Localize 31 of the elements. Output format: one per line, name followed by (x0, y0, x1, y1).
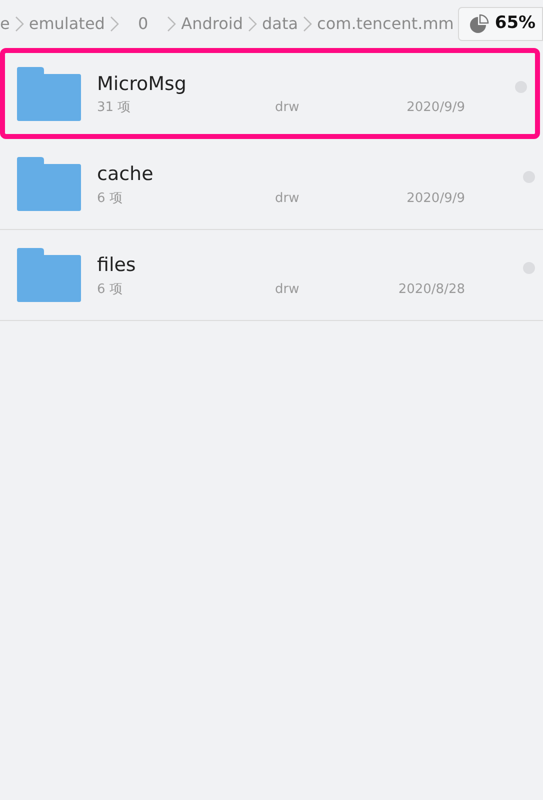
breadcrumb-item[interactable]: data (262, 12, 298, 36)
permissions: drw (275, 190, 300, 208)
chevron-icon (167, 15, 176, 33)
breadcrumb-item[interactable]: e (0, 12, 10, 36)
file-name: files (97, 253, 137, 278)
breadcrumb-item[interactable]: Android (181, 12, 243, 36)
item-count: 6 项 (97, 280, 124, 298)
item-count: 31 项 (97, 99, 132, 117)
chevron-icon (110, 15, 119, 33)
storage-badge[interactable]: 65% (458, 7, 543, 41)
breadcrumb-item[interactable]: 0 (138, 12, 148, 36)
breadcrumb-item[interactable]: emulated (28, 12, 105, 36)
permissions: drw (275, 99, 300, 117)
folder-icon (17, 157, 81, 211)
modified-date: 2020/9/9 (406, 99, 465, 117)
modified-date: 2020/9/9 (406, 190, 465, 208)
file-row[interactable]: MicroMsg 31 项 drw 2020/9/9 (0, 48, 540, 139)
folder-icon (17, 66, 81, 120)
chevron-icon (14, 15, 24, 33)
modified-date: 2020/8/28 (397, 280, 465, 298)
pie-chart-icon (468, 14, 489, 34)
file-row[interactable]: cache 6 项 drw 2020/9/9 (0, 139, 543, 230)
permissions: drw (275, 280, 300, 298)
folder-icon (17, 248, 81, 302)
breadcrumb-item[interactable]: com.tencent.mm (317, 12, 454, 36)
file-row[interactable]: files 6 项 drw 2020/8/28 (0, 230, 543, 321)
file-name: MicroMsg (97, 72, 188, 96)
file-name: cache (97, 162, 154, 187)
item-count: 6 项 (97, 190, 124, 208)
chevron-icon (248, 15, 257, 33)
chevron-icon (303, 15, 312, 33)
